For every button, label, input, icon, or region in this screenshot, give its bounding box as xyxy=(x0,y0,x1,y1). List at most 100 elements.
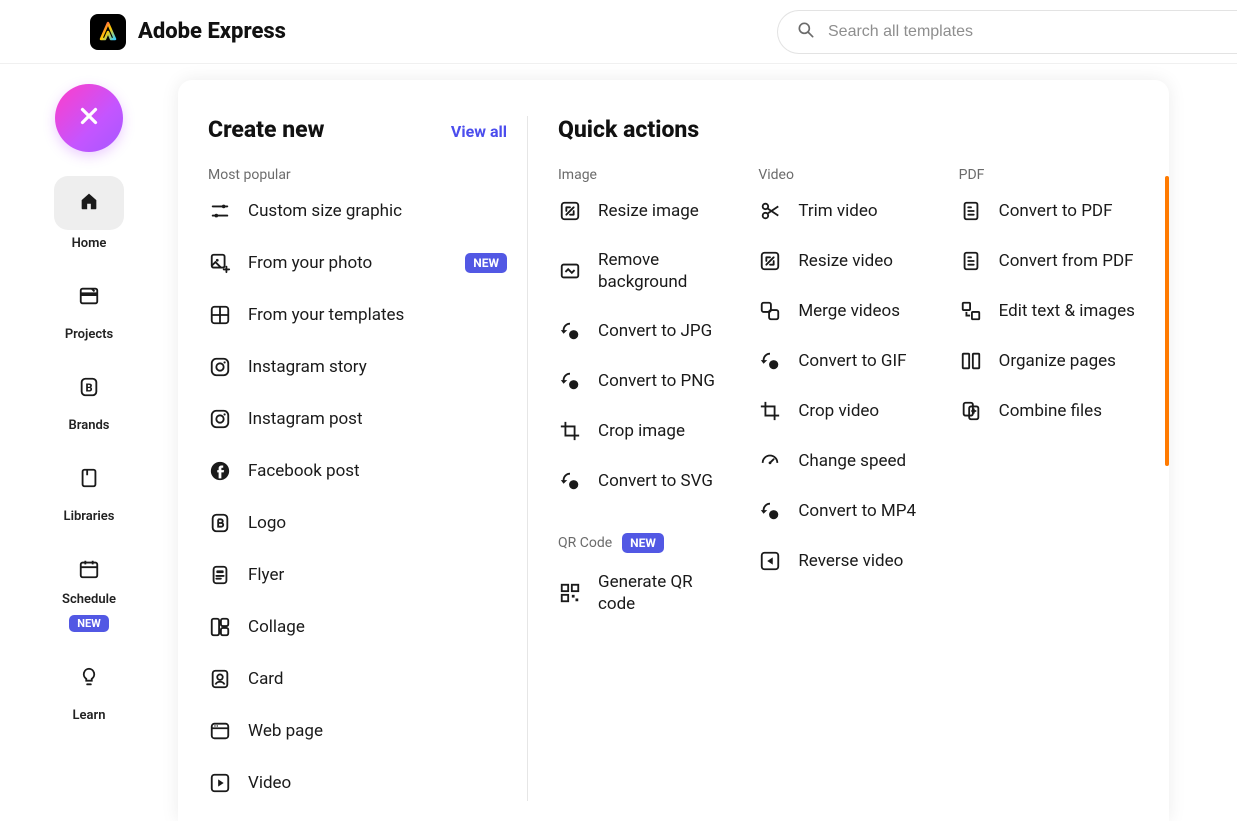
facebook-icon xyxy=(208,459,232,483)
create-item-video[interactable]: Video xyxy=(208,771,507,795)
close-button[interactable] xyxy=(55,84,123,152)
resize-icon xyxy=(558,199,582,223)
flyer-icon xyxy=(208,563,232,587)
create-item-facebook-post[interactable]: Facebook post xyxy=(208,459,507,483)
sidebar-item-home[interactable]: Home xyxy=(48,176,130,251)
quick-item-convert-from-pdf[interactable]: Convert from PDF xyxy=(959,249,1139,273)
video-icon xyxy=(208,771,232,795)
create-item-flyer[interactable]: Flyer xyxy=(208,563,507,587)
sidebar-item-schedule[interactable]: Schedule NEW xyxy=(48,548,130,632)
instagram-icon xyxy=(208,355,232,379)
projects-icon xyxy=(78,285,100,311)
item-label: Convert to SVG xyxy=(598,470,713,492)
merge-icon xyxy=(758,299,782,323)
adobe-express-logo-icon xyxy=(90,14,126,50)
quick-item-resize-image[interactable]: Resize image xyxy=(558,199,738,223)
quick-item-combine-files[interactable]: Combine files xyxy=(959,399,1139,423)
sidebar-item-projects[interactable]: Projects xyxy=(48,275,130,342)
convert-icon xyxy=(558,369,582,393)
templates-icon xyxy=(208,303,232,327)
sidebar-item-libraries[interactable]: Libraries xyxy=(48,457,130,524)
item-label: Convert to PDF xyxy=(999,200,1113,222)
qr-icon xyxy=(558,581,582,605)
create-item-instagram-story[interactable]: Instagram story xyxy=(208,355,507,379)
quick-item-trim-video[interactable]: Trim video xyxy=(758,199,938,223)
search-input[interactable] xyxy=(828,23,1219,41)
search-icon xyxy=(796,20,816,44)
quick-item-merge-videos[interactable]: Merge videos xyxy=(758,299,938,323)
quick-columns: Image Resize image Remove background Con… xyxy=(558,167,1139,801)
pdf-icon xyxy=(959,199,983,223)
quick-item-crop-video[interactable]: Crop video xyxy=(758,399,938,423)
search-wrap xyxy=(777,10,1237,54)
item-label: Instagram story xyxy=(248,356,367,378)
search-box[interactable] xyxy=(777,10,1237,54)
accent-strip xyxy=(1165,176,1169,466)
web-icon xyxy=(208,719,232,743)
quick-item-edit-text-images[interactable]: Edit text & images xyxy=(959,299,1139,323)
pdf-section-label: PDF xyxy=(959,167,1139,183)
resize-icon xyxy=(758,249,782,273)
item-label: Instagram post xyxy=(248,408,363,430)
item-label: Convert to MP4 xyxy=(798,500,916,522)
create-item-logo[interactable]: Logo xyxy=(208,511,507,535)
create-item-from-photo[interactable]: From your photoNEW xyxy=(208,251,507,275)
quick-item-convert-svg[interactable]: Convert to SVG xyxy=(558,469,738,493)
quick-item-convert-to-pdf[interactable]: Convert to PDF xyxy=(959,199,1139,223)
item-label: Change speed xyxy=(798,450,906,472)
brand[interactable]: Adobe Express xyxy=(90,14,286,50)
quick-item-convert-jpg[interactable]: Convert to JPG xyxy=(558,319,738,343)
item-label: Crop video xyxy=(798,400,879,422)
image-section-label: Image xyxy=(558,167,738,183)
item-label: Convert to PNG xyxy=(598,370,715,392)
collage-icon xyxy=(208,615,232,639)
quick-item-convert-gif[interactable]: Convert to GIF xyxy=(758,349,938,373)
create-item-instagram-post[interactable]: Instagram post xyxy=(208,407,507,431)
view-all-link[interactable]: View all xyxy=(451,122,507,141)
remove-bg-icon xyxy=(558,259,582,283)
quick-item-reverse-video[interactable]: Reverse video xyxy=(758,549,938,573)
create-item-custom-size[interactable]: Custom size graphic xyxy=(208,199,507,223)
quick-actions-title: Quick actions xyxy=(558,116,699,143)
quick-item-remove-background[interactable]: Remove background xyxy=(558,249,738,293)
combine-icon xyxy=(959,399,983,423)
quick-item-change-speed[interactable]: Change speed xyxy=(758,449,938,473)
sidebar-item-learn[interactable]: Learn xyxy=(48,656,130,723)
organize-icon xyxy=(959,349,983,373)
create-item-from-templates[interactable]: From your templates xyxy=(208,303,507,327)
quick-item-resize-video[interactable]: Resize video xyxy=(758,249,938,273)
item-label: Collage xyxy=(248,616,305,638)
item-label: Facebook post xyxy=(248,460,360,482)
create-panel: Create new View all Most popular Custom … xyxy=(178,80,1169,821)
most-popular-label: Most popular xyxy=(208,167,507,183)
reverse-icon xyxy=(758,549,782,573)
quick-col-image: Image Resize image Remove background Con… xyxy=(558,167,738,801)
convert-icon xyxy=(558,469,582,493)
item-label: Convert from PDF xyxy=(999,250,1134,272)
item-label: Custom size graphic xyxy=(248,200,402,222)
close-icon xyxy=(76,103,102,133)
quick-item-convert-mp4[interactable]: Convert to MP4 xyxy=(758,499,938,523)
item-label: Convert to JPG xyxy=(598,320,712,342)
item-label: Crop image xyxy=(598,420,685,442)
quick-col-video: Video Trim video Resize video Merge vide… xyxy=(758,167,938,801)
create-item-collage[interactable]: Collage xyxy=(208,615,507,639)
nav: Home Projects Brands Libraries Schedule … xyxy=(48,176,130,723)
home-icon xyxy=(78,190,100,216)
create-item-web-page[interactable]: Web page xyxy=(208,719,507,743)
item-label: Combine files xyxy=(999,400,1102,422)
quick-item-organize-pages[interactable]: Organize pages xyxy=(959,349,1139,373)
quick-item-generate-qr[interactable]: Generate QR code xyxy=(558,571,738,615)
item-label: Flyer xyxy=(248,564,284,586)
sidebar-item-brands[interactable]: Brands xyxy=(48,366,130,433)
quick-item-convert-png[interactable]: Convert to PNG xyxy=(558,369,738,393)
quick-item-crop-image[interactable]: Crop image xyxy=(558,419,738,443)
convert-icon xyxy=(558,319,582,343)
sidebar: Home Projects Brands Libraries Schedule … xyxy=(0,64,178,821)
sidebar-item-label: Brands xyxy=(69,418,110,433)
item-label: Video xyxy=(248,772,291,794)
create-item-card[interactable]: Card xyxy=(208,667,507,691)
create-new-title: Create new xyxy=(208,116,324,143)
brands-icon xyxy=(78,376,100,402)
trim-icon xyxy=(758,199,782,223)
